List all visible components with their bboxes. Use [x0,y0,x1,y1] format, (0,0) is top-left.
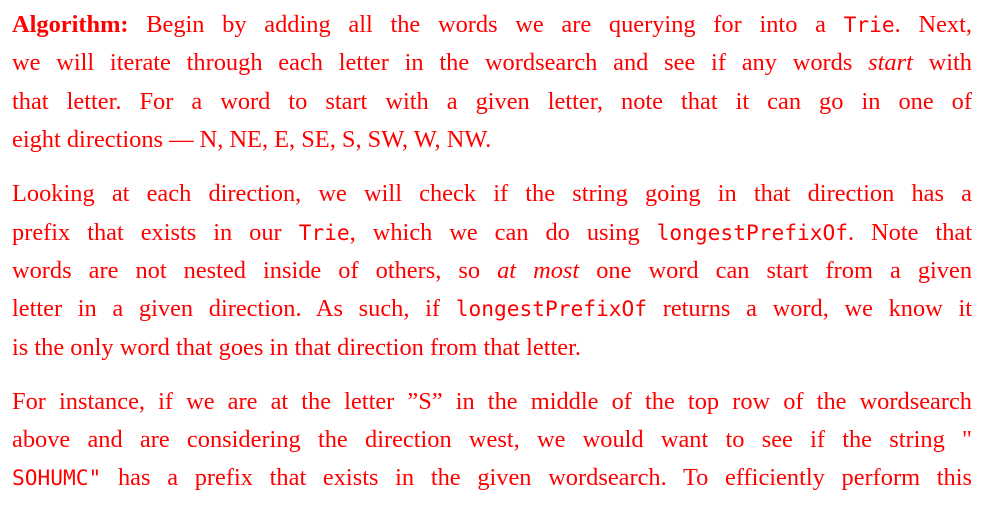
text-run: has a prefix that exists in the given wo… [101,464,972,492]
text-line: above and are considering the direction … [12,426,972,454]
text-run: . Note that [848,218,972,246]
code-longest-prefix-of: longestPrefixOf [455,296,648,322]
direction-paragraph: Looking at each direction, we will check… [12,175,972,367]
text-run: returns a word, we know it [647,295,972,323]
example-paragraph: For instance, if we are at the letter ”S… [12,383,972,498]
text-run: . Next, [894,11,972,38]
text-run: , which we can do using [349,218,657,246]
text-line: that letter. For a word to start with a … [12,87,972,115]
document-page: Algorithm: Begin by adding all the words… [0,0,1000,518]
text-line: Algorithm: Begin by adding all the words… [12,6,972,44]
code-string-sohumc: SOHUMC" [12,465,102,491]
text-run: with [912,49,972,77]
emphasis-start: start [868,49,913,77]
text-line: is the only word that goes in that direc… [12,333,581,361]
text-line: eight directions — N, NE, E, SE, S, SW, … [12,126,492,154]
text-run: words are not nested inside of others, s… [12,256,498,284]
text-line: letter in a given direction. As such, if… [12,290,972,328]
code-trie: Trie [298,219,350,245]
code-trie: Trie [843,12,895,37]
text-run: one word can start from a given [579,256,972,284]
text-run: prefix that exists in our [12,218,299,246]
text-line: SOHUMC" has a prefix that exists in the … [12,459,972,497]
code-longest-prefix-of: longestPrefixOf [656,219,848,245]
text-run: letter in a given direction. As such, if [12,295,456,323]
algorithm-paragraph: Algorithm: Begin by adding all the words… [12,6,972,160]
text-line: words are not nested inside of others, s… [12,252,972,290]
text-line: Looking at each direction, we will check… [12,180,972,208]
text-line: we will iterate through each letter in t… [12,44,972,82]
text-line: prefix that exists in our Trie, which we… [12,214,972,252]
text-run: Begin by adding all the words we are que… [128,11,844,38]
text-line: For instance, if we are at the letter ”S… [12,387,972,415]
text-run: we will iterate through each letter in t… [12,49,869,77]
emphasis-at-most: at most [497,256,580,284]
algorithm-label: Algorithm: [12,11,129,38]
